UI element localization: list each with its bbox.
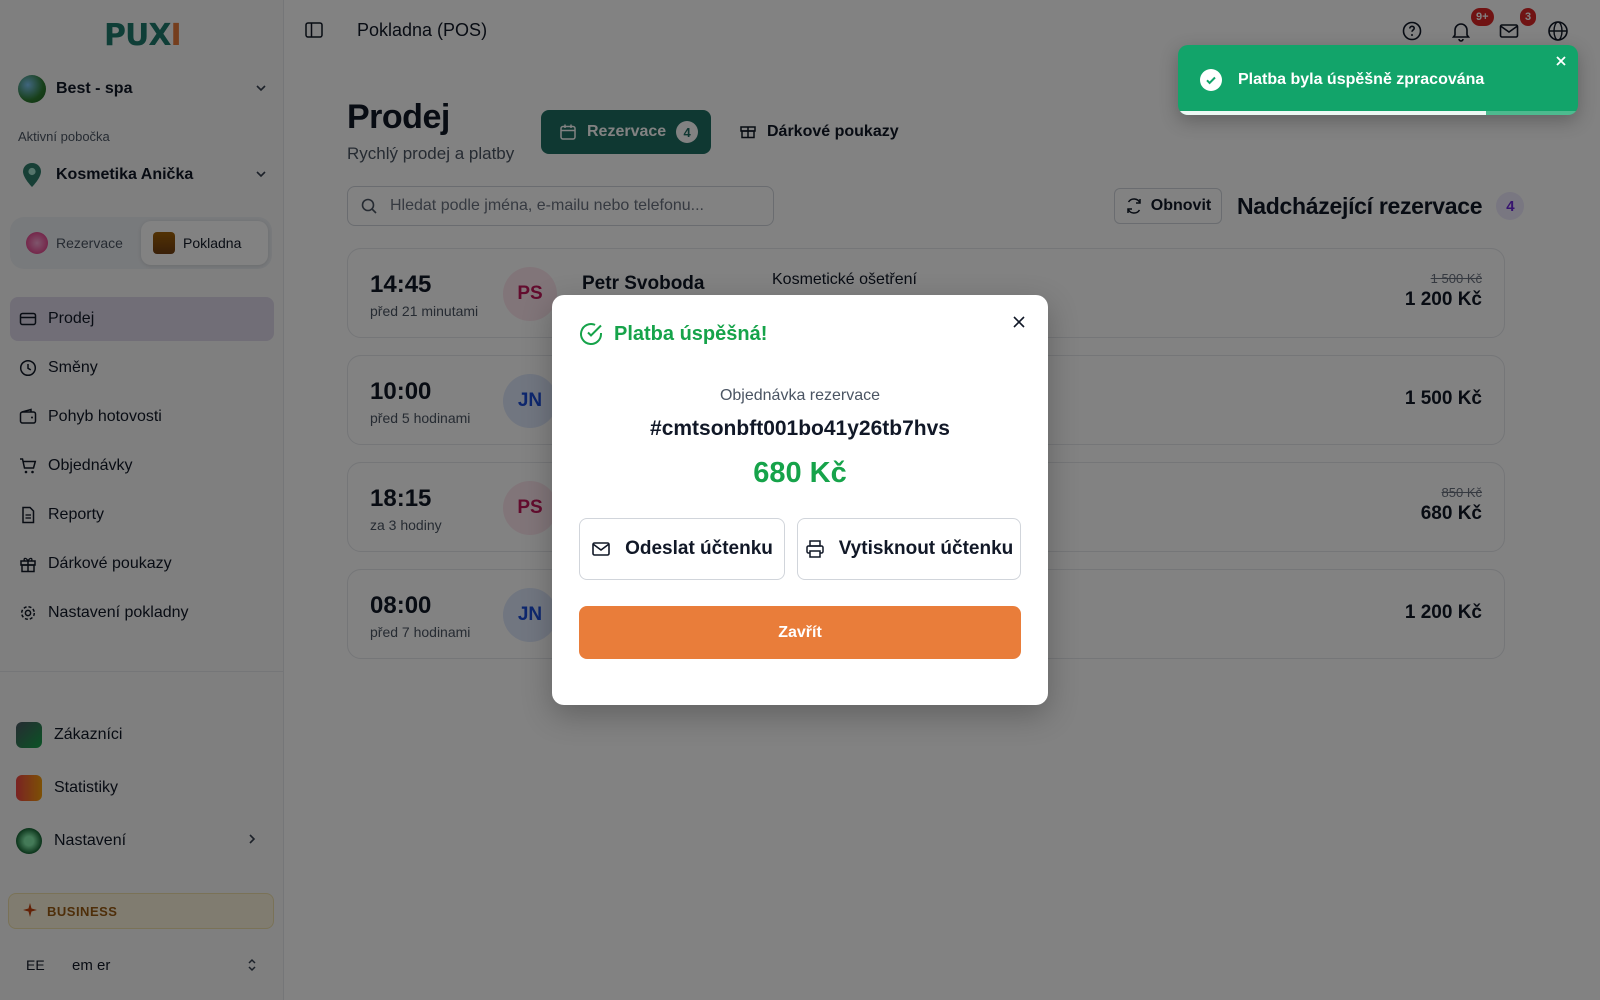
paid-amount: 680 Kč [753, 457, 847, 489]
printer-icon [805, 539, 825, 559]
send-receipt-button[interactable]: Odeslat účtenku [579, 518, 785, 580]
close-icon[interactable] [1010, 313, 1028, 331]
send-receipt-label: Odeslat účtenku [625, 538, 773, 559]
toast-message: Platba byla úspěšně zpracována [1238, 71, 1485, 88]
dialog-title: Platba úspěšná! [578, 321, 767, 347]
close-dialog-button[interactable]: Zavřít [579, 606, 1021, 659]
dialog-title-text: Platba úspěšná! [614, 322, 768, 345]
payment-success-dialog: Platba úspěšná! Objednávka rezervace #cm… [552, 295, 1048, 705]
check-icon [1200, 69, 1222, 91]
toast-progress-track [1178, 111, 1578, 115]
order-label: Objednávka rezervace [719, 387, 881, 404]
mail-icon [591, 539, 611, 559]
print-receipt-label: Vytisknout účtenku [838, 538, 1014, 559]
check-circle-icon [578, 321, 604, 347]
print-receipt-button[interactable]: Vytisknout účtenku [797, 518, 1021, 580]
toast-progress-fill [1178, 111, 1486, 115]
close-icon[interactable] [1554, 54, 1568, 68]
order-id: #cmtsonbft001bo41y26tb7hvs [650, 417, 950, 440]
success-toast: Platba byla úspěšně zpracována [1178, 45, 1578, 115]
